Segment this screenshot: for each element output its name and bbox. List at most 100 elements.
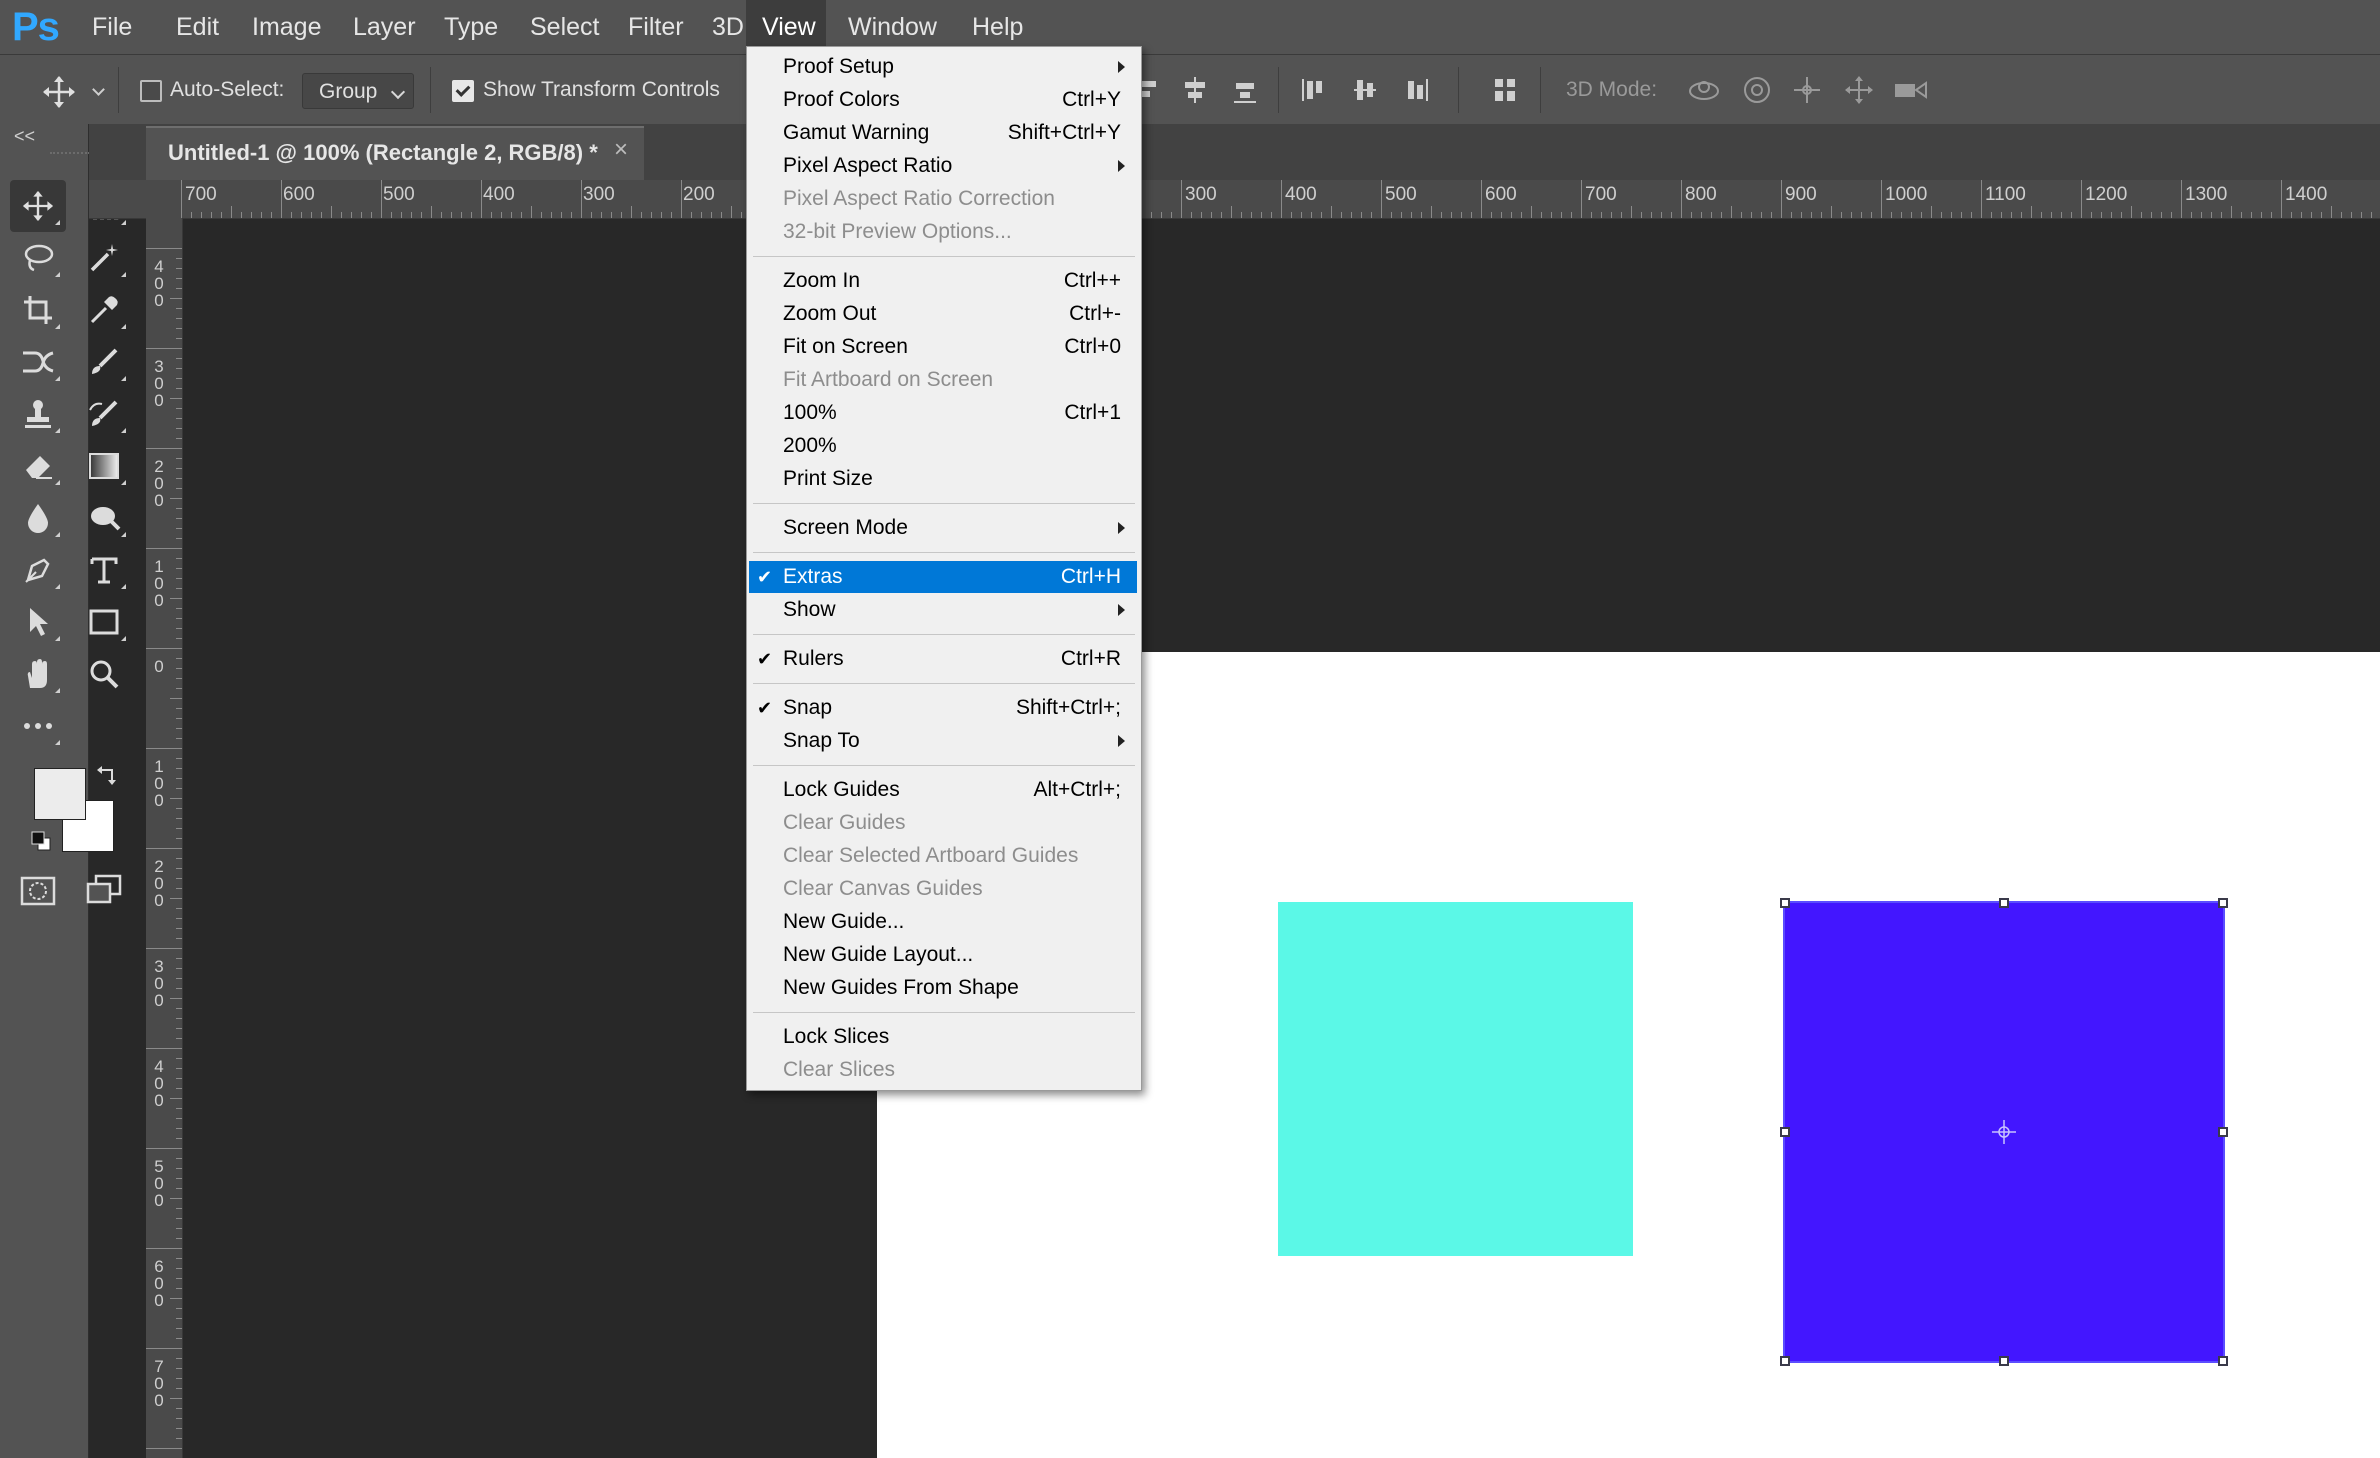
type-tool[interactable] bbox=[76, 544, 132, 596]
distribute-spacing-icon[interactable] bbox=[1490, 75, 1520, 105]
rectangle-1-shape[interactable] bbox=[1278, 902, 1633, 1256]
ruler-tick bbox=[176, 708, 182, 709]
panel-grip[interactable] bbox=[50, 152, 90, 160]
menu-item-100[interactable]: 100% Ctrl+1 bbox=[749, 397, 1137, 429]
menu-item-print-size[interactable]: Print Size bbox=[749, 463, 1137, 495]
menu-item-snap-to[interactable]: Snap To bbox=[749, 725, 1137, 757]
collapse-panel-icon[interactable]: << bbox=[14, 126, 35, 147]
screen-mode-icon[interactable] bbox=[86, 874, 122, 906]
menu-item-show[interactable]: Show bbox=[749, 594, 1137, 626]
menu-item-rulers[interactable]: ✔ Rulers Ctrl+R bbox=[749, 643, 1137, 675]
menu-item-proof-colors[interactable]: Proof Colors Ctrl+Y bbox=[749, 84, 1137, 116]
menu-type[interactable]: Type bbox=[428, 0, 514, 54]
menu-image[interactable]: Image bbox=[236, 0, 337, 54]
dodge-tool[interactable] bbox=[76, 492, 132, 544]
move-icon[interactable] bbox=[42, 75, 76, 109]
transform-reference-point-icon[interactable] bbox=[1992, 1120, 2016, 1144]
distribute-bottom-icon[interactable] bbox=[1402, 75, 1432, 105]
menu-edit[interactable]: Edit bbox=[160, 0, 235, 54]
crop-tool[interactable] bbox=[10, 284, 66, 336]
menu-item-snap[interactable]: ✔ Snap Shift+Ctrl+; bbox=[749, 692, 1137, 724]
transform-handle-bottom-right[interactable] bbox=[2218, 1356, 2228, 1366]
align-horizontal-center-icon[interactable] bbox=[1180, 75, 1210, 105]
stamp-tool[interactable] bbox=[10, 388, 66, 440]
ruler-tick bbox=[176, 1188, 182, 1189]
menu-item-new-guides-from-shape[interactable]: New Guides From Shape bbox=[749, 972, 1137, 1004]
menu-separator bbox=[753, 552, 1135, 553]
gradient-tool[interactable] bbox=[76, 440, 132, 492]
brush-tool[interactable] bbox=[76, 336, 132, 388]
transform-handle-bottom-center[interactable] bbox=[1999, 1356, 2009, 1366]
tool-preset-chevron-icon[interactable] bbox=[92, 83, 105, 96]
menu-item-shortcut: Alt+Ctrl+; bbox=[1033, 778, 1121, 801]
menu-item-zoom-out[interactable]: Zoom Out Ctrl+- bbox=[749, 298, 1137, 330]
ruler-tick bbox=[681, 180, 682, 218]
foreground-color-swatch[interactable] bbox=[34, 768, 86, 820]
menu-item-label: 200% bbox=[783, 434, 837, 457]
ruler-tick bbox=[176, 858, 182, 859]
swap-colors-icon[interactable] bbox=[96, 764, 118, 786]
align-right-icon[interactable] bbox=[1230, 75, 1260, 105]
history-brush-tool[interactable] bbox=[76, 388, 132, 440]
menu-file[interactable]: File bbox=[76, 0, 148, 54]
blur-tool[interactable] bbox=[10, 492, 66, 544]
hand-tool[interactable] bbox=[10, 648, 66, 700]
document-tab[interactable]: Untitled-1 @ 100% (Rectangle 2, RGB/8) *… bbox=[146, 126, 644, 180]
camera-3d-icon[interactable] bbox=[1892, 75, 1930, 105]
pen-tool[interactable] bbox=[10, 544, 66, 596]
menu-item-screen-mode[interactable]: Screen Mode bbox=[749, 512, 1137, 544]
move-tool[interactable] bbox=[10, 180, 66, 232]
ruler-tick bbox=[491, 212, 492, 218]
auto-select-checkbox[interactable] bbox=[140, 80, 162, 102]
menu-item-zoom-in[interactable]: Zoom In Ctrl++ bbox=[749, 265, 1137, 297]
menu-item-shortcut: Ctrl+Y bbox=[1062, 88, 1121, 111]
magic-wand-tool[interactable] bbox=[76, 232, 132, 284]
transform-handle-middle-left[interactable] bbox=[1780, 1127, 1790, 1137]
transform-handle-top-left[interactable] bbox=[1780, 898, 1790, 908]
distribute-center-icon[interactable] bbox=[1350, 75, 1380, 105]
eraser-tool[interactable] bbox=[10, 440, 66, 492]
orbit-3d-icon[interactable] bbox=[1686, 75, 1722, 105]
menu-item-extras[interactable]: ✔ Extras Ctrl+H bbox=[749, 561, 1137, 593]
menu-item-lock-slices[interactable]: Lock Slices bbox=[749, 1021, 1137, 1053]
eyedropper-tool[interactable] bbox=[76, 284, 132, 336]
slide-3d-icon[interactable] bbox=[1842, 75, 1876, 105]
menu-item-new-guide-layout[interactable]: New Guide Layout... bbox=[749, 939, 1137, 971]
ruler-tick bbox=[176, 508, 182, 509]
lasso-tool[interactable] bbox=[10, 232, 66, 284]
ruler-tick bbox=[481, 180, 482, 218]
menu-item-gamut-warning[interactable]: Gamut Warning Shift+Ctrl+Y bbox=[749, 117, 1137, 149]
menu-select[interactable]: Select bbox=[514, 0, 615, 54]
close-icon[interactable]: × bbox=[614, 136, 628, 164]
zoom-tool[interactable] bbox=[76, 648, 132, 700]
more-tools[interactable] bbox=[10, 700, 66, 752]
ruler-tick bbox=[1831, 206, 1832, 218]
pan-3d-icon[interactable] bbox=[1790, 75, 1824, 105]
path-select-tool[interactable] bbox=[10, 596, 66, 648]
transform-handle-top-right[interactable] bbox=[2218, 898, 2228, 908]
menu-item-pixel-aspect-ratio[interactable]: Pixel Aspect Ratio bbox=[749, 150, 1137, 182]
quick-mask-icon[interactable] bbox=[20, 876, 56, 906]
ruler-tick bbox=[2231, 206, 2232, 218]
menu-item-new-guide[interactable]: New Guide... bbox=[749, 906, 1137, 938]
menu-item-proof-setup[interactable]: Proof Setup bbox=[749, 51, 1137, 83]
menu-item-lock-guides[interactable]: Lock Guides Alt+Ctrl+; bbox=[749, 774, 1137, 806]
horizontal-ruler[interactable]: 700 600 500 400 300 200 300 400 500 600 … bbox=[89, 180, 2380, 219]
transform-handle-top-center[interactable] bbox=[1999, 898, 2009, 908]
transform-handle-bottom-left[interactable] bbox=[1780, 1356, 1790, 1366]
menu-item-fit-on-screen[interactable]: Fit on Screen Ctrl+0 bbox=[749, 331, 1137, 363]
show-transform-checkbox[interactable] bbox=[452, 80, 474, 102]
distribute-top-icon[interactable] bbox=[1298, 75, 1328, 105]
ruler-tick bbox=[1221, 212, 1222, 218]
menu-filter[interactable]: Filter bbox=[612, 0, 700, 54]
healing-tool[interactable] bbox=[10, 336, 66, 388]
vertical-ruler[interactable]: 400 300 200 100 0 100 200 300 400 500 60… bbox=[146, 218, 183, 1458]
roll-3d-icon[interactable] bbox=[1740, 75, 1774, 105]
ruler-tick bbox=[411, 212, 412, 218]
default-colors-icon[interactable] bbox=[30, 830, 52, 852]
menu-item-200[interactable]: 200% bbox=[749, 430, 1137, 462]
transform-handle-middle-right[interactable] bbox=[2218, 1127, 2228, 1137]
auto-select-dropdown[interactable]: Group bbox=[302, 73, 414, 109]
menu-layer[interactable]: Layer bbox=[337, 0, 432, 54]
rectangle-tool[interactable] bbox=[76, 596, 132, 648]
